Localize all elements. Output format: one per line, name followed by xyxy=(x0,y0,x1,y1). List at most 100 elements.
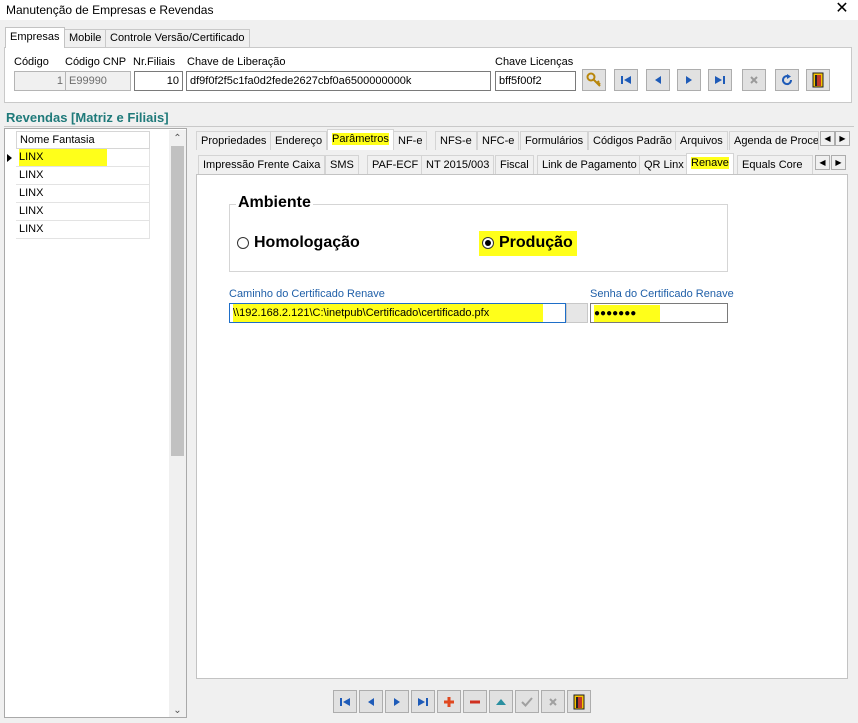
tab2-scroll-left-icon[interactable]: ◀ xyxy=(815,155,830,170)
tab2-scroll-right-icon[interactable]: ▶ xyxy=(831,155,846,170)
senha-certificado-input[interactable]: ●●●●●●● xyxy=(590,303,728,323)
tab-qr-linx[interactable]: QR Linx xyxy=(639,155,689,174)
next-record-button[interactable] xyxy=(677,69,701,91)
browse-file-button[interactable] xyxy=(566,303,588,323)
revendas-grid[interactable]: Nome Fantasia LINX LINX LINX LINX LINX ⌃… xyxy=(4,128,187,718)
grid-cell: LINX xyxy=(19,149,107,166)
codigo-label: Código xyxy=(14,56,49,68)
tab-paf-ecf[interactable]: PAF-ECF xyxy=(367,155,424,174)
edit-up-icon xyxy=(496,698,506,705)
nr-filiais-field[interactable]: 10 xyxy=(134,71,183,91)
tab-controle-versao[interactable]: Controle Versão/Certificado xyxy=(105,29,250,48)
tab-nfce[interactable]: NFC-e xyxy=(477,131,520,150)
tab-endereco[interactable]: Endereço xyxy=(270,131,328,150)
grid-insert-button[interactable] xyxy=(437,690,461,713)
radio-homologacao[interactable]: Homologação xyxy=(237,234,360,252)
first-icon xyxy=(621,76,631,84)
table-row[interactable]: LINX xyxy=(16,167,150,185)
grid-cell: LINX xyxy=(19,205,44,217)
exit-door-icon xyxy=(573,694,585,709)
tab-fiscal[interactable]: Fiscal xyxy=(495,155,534,174)
prior-icon xyxy=(368,697,374,706)
table-row[interactable]: LINX xyxy=(16,221,150,239)
tab-arquivos[interactable]: Arquivos xyxy=(675,131,728,150)
prior-icon xyxy=(655,76,661,84)
grid-last-button[interactable] xyxy=(411,690,435,713)
chave-liberacao-field[interactable]: df9f0f2f5c1fa0d2fede2627cbf0a6500000000k xyxy=(186,71,491,91)
grid-next-button[interactable] xyxy=(385,690,409,713)
grid-first-button[interactable] xyxy=(333,690,357,713)
refresh-button[interactable] xyxy=(775,69,799,91)
grid-prior-button[interactable] xyxy=(359,690,383,713)
exit-button[interactable] xyxy=(806,69,830,91)
tab-equals-core[interactable]: Equals Core xyxy=(737,155,813,174)
table-row[interactable]: LINX xyxy=(16,149,150,167)
tab-formularios[interactable]: Formulários xyxy=(520,131,589,150)
radio-producao-icon[interactable] xyxy=(482,237,494,249)
grid-edit-button[interactable] xyxy=(489,690,513,713)
window-title: Manutenção de Empresas e Revendas xyxy=(6,3,214,17)
tab-link-de-pagamento[interactable]: Link de Pagamento xyxy=(537,155,642,174)
caminho-certificado-value: \\192.168.2.121\C:\inetpub\Certificado\c… xyxy=(233,304,543,322)
tab-scroll-right-icon[interactable]: ▶ xyxy=(835,131,850,146)
first-icon xyxy=(340,697,350,706)
cancel-icon xyxy=(750,76,758,84)
plus-icon xyxy=(444,696,454,707)
chave-licencas-label: Chave Licenças xyxy=(495,56,574,68)
cancel-button[interactable] xyxy=(742,69,766,91)
radio-homologacao-label: Homologação xyxy=(254,234,360,251)
scroll-down-icon[interactable]: ⌄ xyxy=(171,704,184,717)
grid-cell: LINX xyxy=(19,187,44,199)
grid-exit-button[interactable] xyxy=(567,690,591,713)
tab-impressao-frente-caixa[interactable]: Impressão Frente Caixa xyxy=(198,155,326,174)
radio-producao-label: Produção xyxy=(499,234,573,251)
grid-scrollbar[interactable]: ⌃ ⌄ xyxy=(169,130,186,717)
current-row-indicator-icon xyxy=(7,154,12,162)
scrollbar-thumb[interactable] xyxy=(171,146,184,456)
tab-propriedades[interactable]: Propriedades xyxy=(196,131,272,150)
tab-nt-2015-003[interactable]: NT 2015/003 xyxy=(421,155,495,174)
table-row[interactable]: LINX xyxy=(16,203,150,221)
tab-renave-label: Renave xyxy=(691,157,729,169)
tab-empresas[interactable]: Empresas xyxy=(5,27,65,48)
tab-mobile[interactable]: Mobile xyxy=(64,29,107,48)
scroll-up-icon[interactable]: ⌃ xyxy=(171,132,184,145)
radio-producao[interactable]: Produção xyxy=(482,234,573,252)
next-icon xyxy=(686,76,692,84)
caminho-certificado-input[interactable]: \\192.168.2.121\C:\inetpub\Certificado\c… xyxy=(229,303,566,323)
key-icon xyxy=(586,72,601,87)
check-icon xyxy=(521,696,533,707)
first-record-button[interactable] xyxy=(614,69,638,91)
tab-nfe[interactable]: NF-e xyxy=(393,131,428,150)
radio-homologacao-icon[interactable] xyxy=(237,237,249,249)
last-icon xyxy=(715,76,725,84)
grid-header-nome-fantasia[interactable]: Nome Fantasia xyxy=(16,131,150,149)
tab-scroll-left-icon[interactable]: ◀ xyxy=(820,131,835,146)
grid-delete-button[interactable] xyxy=(463,690,487,713)
codigo-field[interactable]: 1 xyxy=(14,71,67,91)
grid-post-button[interactable] xyxy=(515,690,539,713)
renave-tab-content: Ambiente Homologação Produção Caminho do… xyxy=(196,174,848,679)
senha-certificado-label: Senha do Certificado Renave xyxy=(590,288,734,300)
close-icon[interactable]: ✕ xyxy=(826,0,858,20)
tab-parametros[interactable]: Parâmetros xyxy=(327,129,394,150)
prior-record-button[interactable] xyxy=(646,69,670,91)
tab-sms[interactable]: SMS xyxy=(325,155,359,174)
empresa-panel: Código 1 Código CNP E99990 Nr.Filiais 10… xyxy=(4,47,852,103)
tab-codigos-padrao[interactable]: Códigos Padrão xyxy=(588,131,677,150)
chave-liberacao-label: Chave de Liberação xyxy=(187,56,286,68)
tab-renave[interactable]: Renave xyxy=(686,153,734,174)
grid-cancel-button[interactable] xyxy=(541,690,565,713)
grid-cell: LINX xyxy=(19,169,44,181)
caminho-certificado-label: Caminho do Certificado Renave xyxy=(229,288,385,300)
chave-licencas-field[interactable]: bff5f00f2 xyxy=(495,71,576,91)
codigo-cnp-label: Código CNP xyxy=(65,56,127,68)
last-icon xyxy=(418,697,428,706)
last-record-button[interactable] xyxy=(708,69,732,91)
codigo-cnp-field[interactable]: E99990 xyxy=(65,71,131,91)
table-row[interactable]: LINX xyxy=(16,185,150,203)
tab-nfse[interactable]: NFS-e xyxy=(435,131,477,150)
key-button[interactable] xyxy=(582,69,606,91)
tab-agenda-processos[interactable]: Agenda de Proces xyxy=(729,131,819,150)
exit-door-icon xyxy=(812,72,824,88)
